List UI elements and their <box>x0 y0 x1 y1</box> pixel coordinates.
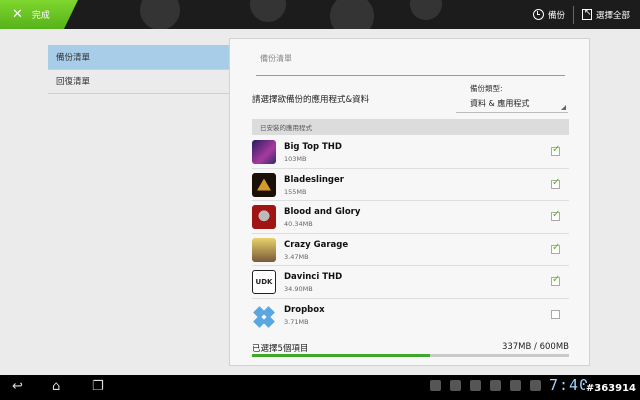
sd-card-icon <box>450 380 461 391</box>
app-name: Blood and Glory <box>284 207 361 217</box>
list-item[interactable]: Big Top THD 103MB <box>252 136 569 169</box>
action-divider <box>572 5 574 24</box>
app-size: 103MB <box>284 155 307 163</box>
app-checkbox[interactable] <box>551 242 560 254</box>
app-size: 34.90MB <box>284 285 313 293</box>
back-icon[interactable]: ↩ <box>12 379 23 394</box>
watermark: #363914 <box>584 383 637 394</box>
backup-label: 備份 <box>547 10 565 21</box>
home-icon[interactable]: ⌂ <box>52 379 60 394</box>
divider <box>48 93 234 94</box>
storage-usage: 337MB / 600MB <box>501 342 569 352</box>
app-checkbox[interactable] <box>551 274 560 286</box>
list-item[interactable]: Blood and Glory 40.34MB <box>252 201 569 234</box>
sidebar-item-label: 回復清單 <box>56 77 91 87</box>
background-decoration <box>410 0 442 20</box>
progress-fill <box>252 354 430 357</box>
backup-list-panel: 備份清單 請選擇欲備份的應用程式&資料 備份類型: 資料 & 應用程式 已安裝的… <box>229 38 590 366</box>
select-prompt: 請選擇欲備份的應用程式&資料 <box>252 95 370 105</box>
recent-apps-icon[interactable]: ❐ <box>92 379 104 394</box>
app-name: Dropbox <box>284 304 325 315</box>
app-checkbox[interactable] <box>551 177 560 189</box>
title-underline <box>256 75 565 76</box>
app-size: 40.34MB <box>284 220 313 228</box>
app-size: 3.47MB <box>284 252 309 261</box>
big-top-thd-icon <box>252 140 276 164</box>
app-checkbox[interactable] <box>551 309 560 319</box>
bladeslinger-icon <box>252 172 276 197</box>
status-icons <box>430 380 541 391</box>
backup-button[interactable]: 備份 <box>527 0 571 29</box>
blood-and-glory-icon <box>252 205 276 229</box>
app-checkbox[interactable] <box>551 144 560 156</box>
app-size: 3.71MB <box>284 317 309 326</box>
list-item[interactable]: Crazy Garage 3.47MB <box>252 234 569 266</box>
app-size: 155MB <box>284 187 307 196</box>
sidebar-item-label: 備份清單 <box>56 53 91 63</box>
signal-icon <box>530 380 541 391</box>
crazy-garage-icon <box>252 237 276 262</box>
background-decoration <box>250 0 286 22</box>
davinci-thd-icon: UDK <box>252 270 276 294</box>
action-bar-actions: 備份 選擇全部 <box>527 0 636 29</box>
dropbox-status-icon <box>510 380 521 391</box>
selected-count: 已選擇5個項目 <box>252 344 309 354</box>
screenshot-icon <box>470 380 481 391</box>
system-nav-bar: ↩ ⌂ ❐ 7:40 #363914 <box>0 375 640 400</box>
select-all-icon <box>581 8 592 20</box>
list-item[interactable]: Dropbox 3.71MB <box>252 299 569 332</box>
panel-title: 備份清單 <box>260 54 292 63</box>
backup-type-label: 備份類型: <box>470 84 503 93</box>
backup-icon <box>532 9 544 20</box>
background-decoration <box>330 0 374 29</box>
sidebar-item-backup-list[interactable]: 備份清單 <box>48 45 234 69</box>
clock: 7:40 <box>549 376 590 394</box>
installed-apps-header: 已安裝的應用程式 <box>252 119 569 135</box>
dropdown-corner-icon <box>561 105 566 110</box>
done-label: 完成 <box>31 11 50 21</box>
list-item[interactable]: Bladeslinger 155MB <box>252 169 569 201</box>
sidebar: 備份清單 回復清單 <box>0 29 234 375</box>
list-item[interactable]: UDK Davinci THD 34.90MB <box>252 266 569 299</box>
select-all-label: 選擇全部 <box>595 10 630 21</box>
app-name: Crazy Garage <box>284 239 349 250</box>
action-bar: ✕ 完成 備份 選擇全部 <box>0 0 640 29</box>
app-checkbox[interactable] <box>551 209 560 221</box>
backup-type-select[interactable]: 資料 & 應用程式 <box>456 96 568 113</box>
app-list: Big Top THD 103MB Bladeslinger 155MB Blo… <box>252 136 569 331</box>
app-name: Bladeslinger <box>284 174 344 185</box>
sidebar-item-restore-list[interactable]: 回復清單 <box>48 69 234 93</box>
app-name: Big Top THD <box>284 142 342 152</box>
app-name: Davinci THD <box>284 272 343 282</box>
done-button[interactable]: ✕ 完成 <box>0 0 78 29</box>
usb-icon <box>430 380 441 391</box>
storage-progress-bar <box>252 354 569 357</box>
mail-icon <box>490 380 501 391</box>
backup-type-value: 資料 & 應用程式 <box>470 99 530 108</box>
close-icon: ✕ <box>12 7 23 22</box>
selection-footer: 已選擇5個項目 337MB / 600MB <box>252 342 569 354</box>
select-all-button[interactable]: 選擇全部 <box>576 0 636 29</box>
dropbox-icon <box>252 303 276 327</box>
background-decoration <box>140 0 180 29</box>
